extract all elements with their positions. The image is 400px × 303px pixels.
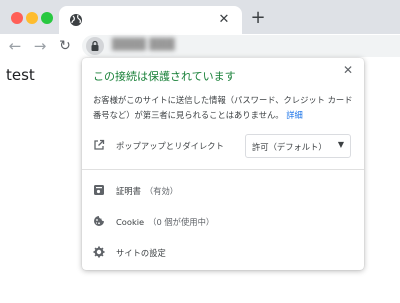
popups-redirects-row: ポップアップとリダイレクト 許可（デフォルト） ▼: [82, 134, 364, 158]
cookie-item[interactable]: Cookie （0 個が使用中）: [82, 211, 364, 231]
site-settings-label: サイトの設定: [116, 248, 166, 258]
gear-icon: [93, 246, 105, 258]
certificate-icon: [94, 185, 104, 195]
close-window-button[interactable]: [11, 12, 23, 24]
new-tab-button[interactable]: +: [248, 8, 268, 28]
cookie-label-text: Cookie: [116, 217, 145, 227]
popups-redirects-select[interactable]: 許可（デフォルト） ▼: [245, 134, 351, 158]
close-tab-button[interactable]: ✕: [214, 10, 234, 30]
certificate-label-text: 証明書: [116, 186, 141, 196]
fullscreen-window-button[interactable]: [41, 12, 53, 24]
toolbar: ← → ↻ ████ ███: [0, 34, 400, 58]
connection-description-text: お客様がこのサイトに送信した情報（パスワード、クレジット カード番号など）が第三…: [93, 95, 353, 120]
certificate-status: （有効）: [144, 186, 179, 196]
popup-close-button[interactable]: ✕: [340, 62, 356, 78]
globe-icon: [70, 14, 82, 26]
browser-tab[interactable]: ✕: [59, 6, 242, 34]
details-link[interactable]: 詳細: [286, 110, 303, 120]
dropdown-caret-icon: ▼: [337, 140, 344, 149]
site-info-button[interactable]: [86, 37, 104, 55]
cookie-icon: [94, 216, 104, 226]
open-in-new-icon: [94, 139, 105, 150]
lock-icon: [91, 40, 99, 51]
tab-strip: ✕ +: [0, 0, 400, 34]
site-info-popup: ✕ この接続は保護されています お客様がこのサイトに送信した情報（パスワード、ク…: [82, 58, 364, 270]
cookie-label: Cookie （0 個が使用中）: [116, 216, 214, 228]
connection-description: お客様がこのサイトに送信した情報（パスワード、クレジット カード番号など）が第三…: [93, 93, 355, 123]
forward-button[interactable]: →: [30, 36, 50, 56]
page-body-text: test: [6, 66, 35, 84]
divider: [82, 169, 364, 170]
back-button[interactable]: ←: [5, 36, 25, 56]
url-text: ████ ███: [112, 38, 175, 51]
popups-redirects-value: 許可（デフォルト）: [252, 142, 327, 152]
address-bar[interactable]: ████ ███: [82, 35, 400, 57]
cookie-count: （0 個が使用中）: [148, 217, 215, 227]
connection-status-title: この接続は保護されています: [93, 70, 236, 83]
certificate-label: 証明書 （有効）: [116, 185, 178, 197]
certificate-item[interactable]: 証明書 （有効）: [82, 180, 364, 200]
popups-redirects-label: ポップアップとリダイレクト: [116, 141, 224, 151]
minimize-window-button[interactable]: [26, 12, 38, 24]
site-settings-item[interactable]: サイトの設定: [82, 242, 364, 262]
reload-button[interactable]: ↻: [55, 36, 75, 56]
